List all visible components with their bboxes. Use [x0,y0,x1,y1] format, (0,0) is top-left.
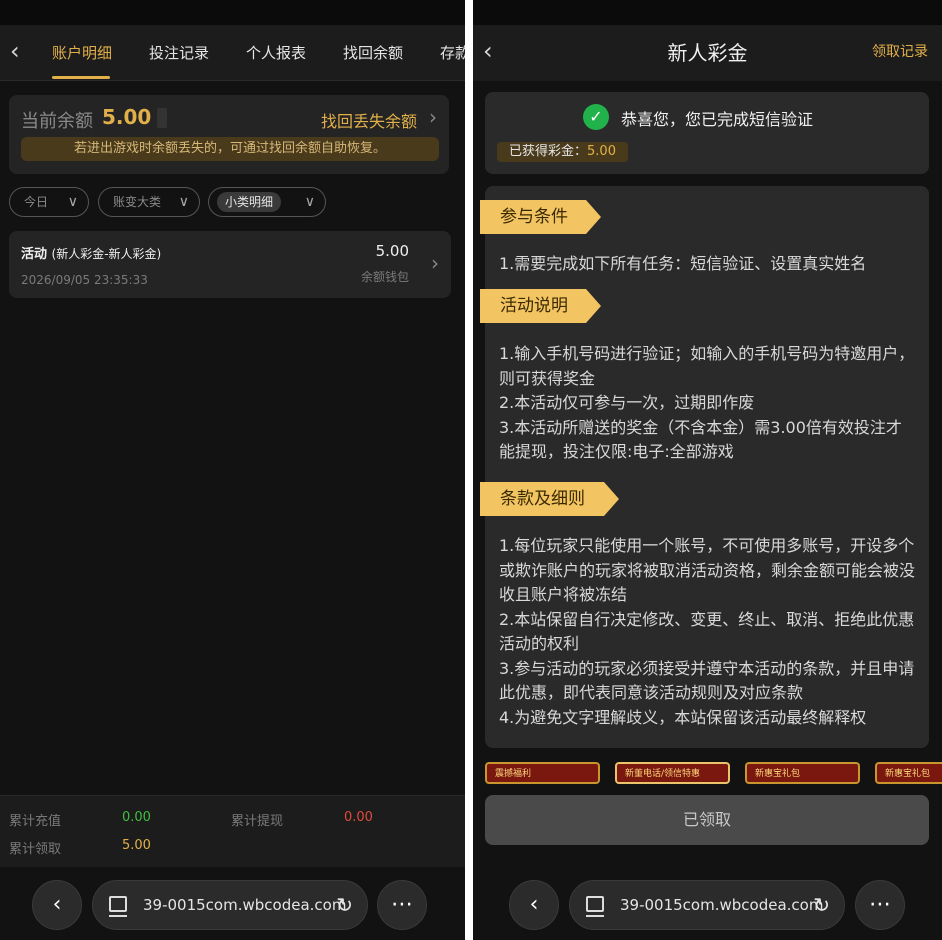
eye-icon[interactable] [157,108,167,128]
chevron-right-icon: › [431,251,439,275]
reward-chip: 已获得彩金：5.00 [497,142,628,162]
withdraw-total-label: 累计提现 [231,814,284,829]
withdraw-total-value: 0.00 [344,810,373,825]
browser-back-button[interactable]: ‹ [32,880,82,930]
deposit-total-label: 累计充值 [9,814,62,829]
browser-toolbar: ‹ 39-0015com.wbcodea.com ↻ ⋯ [0,872,465,940]
filter-category[interactable]: 账变大类 ∨ [98,187,200,217]
section-title-conditions: 参与条件 [480,200,601,234]
address-bar[interactable]: 39-0015com.wbcodea.com ↻ [569,880,845,930]
active-tab-indicator [52,76,110,79]
filter-subcategory-label: 小类明细 [217,192,282,212]
tabs-icon [109,896,127,917]
status-bar [0,0,465,25]
summary-bar: 累计充值 0.00 累计提现 0.00 累计领取 5.00 [0,795,465,867]
claimed-button[interactable]: 已领取 [485,795,929,845]
promo-banner[interactable]: 新董电话/领信特惠 [615,762,730,784]
address-bar-url: 39-0015com.wbcodea.com [143,896,347,914]
browser-toolbar: ‹ 39-0015com.wbcodea.com ↻ ⋯ [473,872,942,940]
conditions-text: 1.需要完成如下所有任务：短信验证、设置真实姓名 [499,254,867,273]
tab-personal-report[interactable]: 个人报表 [246,42,306,63]
reward-value: 5.00 [587,144,616,159]
tab-account-details[interactable]: 账户明细 [52,42,112,63]
reload-icon[interactable]: ↻ [336,881,353,929]
filter-date[interactable]: 今日 ∨ [9,187,89,217]
tab-deposit[interactable]: 存款 [440,42,465,63]
chevron-down-icon: ∨ [178,194,189,210]
balance-value: 5.00 [102,105,152,129]
balance-card: 当前余额 5.00 找回丢失余额 › 若进出游戏时余额丢失的，可通过找回余额自助… [9,95,449,174]
activity-rules: 参与条件 1.需要完成如下所有任务：短信验证、设置真实姓名 活动说明 1.输入手… [480,186,929,748]
filter-date-label: 今日 [24,195,49,209]
section-title-terms: 条款及细则 [480,482,619,516]
claim-total-value: 5.00 [122,838,151,853]
recover-notice: 若进出游戏时余额丢失的，可通过找回余额自助恢复。 [21,137,439,161]
deposit-total-value: 0.00 [122,810,151,825]
tabs-icon [586,896,604,917]
back-icon[interactable]: ‹ [10,39,20,63]
record-amount: 5.00 [375,242,409,260]
filter-category-label: 账变大类 [113,195,162,209]
chevron-down-icon: ∨ [67,194,78,210]
transaction-record[interactable]: 活动 (新人彩金-新人彩金) 2026/09/05 23:35:33 5.00 … [9,231,451,298]
record-wallet: 余额钱包 [360,270,409,284]
promo-banner[interactable]: 新惠宝礼包 [875,762,942,784]
more-button[interactable]: ⋯ [855,880,905,930]
status-bar [473,0,942,25]
address-bar-url: 39-0015com.wbcodea.com [620,896,824,914]
more-button[interactable]: ⋯ [377,880,427,930]
record-title: 活动 (新人彩金-新人彩金) [21,247,162,262]
filter-subcategory[interactable]: 小类明细 ∨ [208,187,326,217]
verification-message: 恭喜您，您已完成短信验证 [621,110,814,129]
balance-label: 当前余额 [21,111,93,132]
claim-total-label: 累计领取 [9,842,62,857]
record-time: 2026/09/05 23:35:33 [21,273,148,287]
recover-balance-link[interactable]: 找回丢失余额 [321,108,417,132]
account-details-screen: ‹ 账户明细 投注记录 个人报表 找回余额 存款 当前余额 5.00 找回丢失余… [0,0,465,940]
record-subtitle: (新人彩金-新人彩金) [51,247,162,261]
new-user-bonus-screen: ‹ 新人彩金 领取记录 ✓ 恭喜您，您已完成短信验证 已获得彩金：5.00 参与… [473,0,942,940]
terms-text: 1.每位玩家只能使用一个账号，不可使用多账号，开设多个或欺诈账户的玩家将被取消活… [499,536,916,727]
description-text: 1.输入手机号码进行验证；如输入的手机号码为特邀用户，则可获得奖金 2.本活动仅… [499,344,915,461]
browser-back-button[interactable]: ‹ [509,880,559,930]
chevron-down-icon: ∨ [304,194,315,210]
chevron-right-icon[interactable]: › [429,105,437,129]
page-header: ‹ 新人彩金 领取记录 [473,25,942,81]
claim-history-link[interactable]: 领取记录 [872,41,928,61]
promo-banner[interactable]: 新惠宝礼包 [745,762,860,784]
verification-card: ✓ 恭喜您，您已完成短信验证 已获得彩金：5.00 [485,92,929,174]
promo-banner-strip: 震撼福利 新董电话/领信特惠 新惠宝礼包 新惠宝礼包 [485,760,942,784]
tab-bar: ‹ 账户明细 投注记录 个人报表 找回余额 存款 [0,25,465,81]
check-circle-icon: ✓ [583,104,609,130]
address-bar[interactable]: 39-0015com.wbcodea.com ↻ [92,880,368,930]
promo-banner[interactable]: 震撼福利 [485,762,600,784]
reload-icon[interactable]: ↻ [813,881,830,929]
section-title-description: 活动说明 [480,289,601,323]
tab-bet-records[interactable]: 投注记录 [149,42,209,63]
tab-recover-balance[interactable]: 找回余额 [343,42,403,63]
